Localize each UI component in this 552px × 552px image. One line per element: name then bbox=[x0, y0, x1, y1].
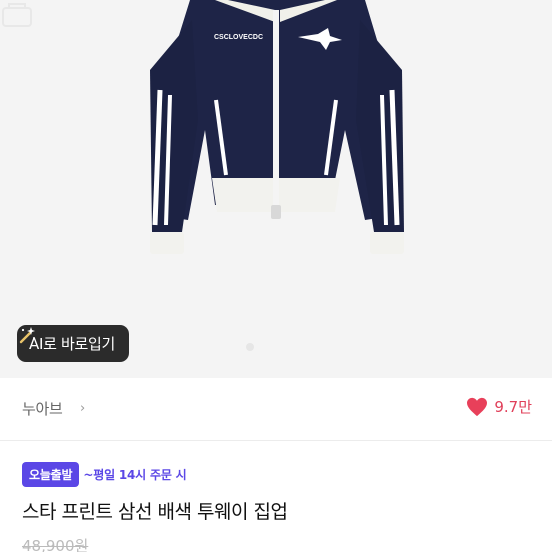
original-price: 48,900원 bbox=[22, 537, 89, 552]
ai-try-on-button[interactable]: AI로 바로입기 bbox=[17, 325, 130, 362]
shipping-cutoff-note: ~평일 14시 주문 시 bbox=[83, 468, 187, 482]
jacket-print-text: CSCLOVECDC bbox=[214, 34, 264, 41]
product-image[interactable]: CSCLOVECDC AI로 바로입기 bbox=[0, 0, 552, 378]
delivery-badge-row: 오늘출발 ~평일 14시 주문 시 bbox=[22, 462, 187, 487]
magic-wand-icon bbox=[19, 327, 35, 344]
pager-dot bbox=[246, 343, 254, 351]
heart-icon bbox=[467, 397, 488, 416]
chevron-right-icon: › bbox=[80, 401, 86, 416]
shop-row[interactable]: 누아브 › 9.7만 bbox=[0, 378, 552, 441]
shop-name[interactable]: 누아브 bbox=[22, 398, 63, 419]
like-count: 9.7만 bbox=[494, 398, 532, 416]
like-button[interactable]: 9.7만 bbox=[466, 396, 532, 417]
ai-try-on-label: AI로 바로입기 bbox=[29, 335, 116, 353]
today-shipping-badge: 오늘출발 bbox=[22, 462, 80, 487]
image-overlay-icon[interactable] bbox=[0, 0, 34, 30]
product-title: 스타 프린트 삼선 배색 투웨이 집업 bbox=[22, 501, 288, 523]
jacket-illustration bbox=[150, 0, 404, 254]
